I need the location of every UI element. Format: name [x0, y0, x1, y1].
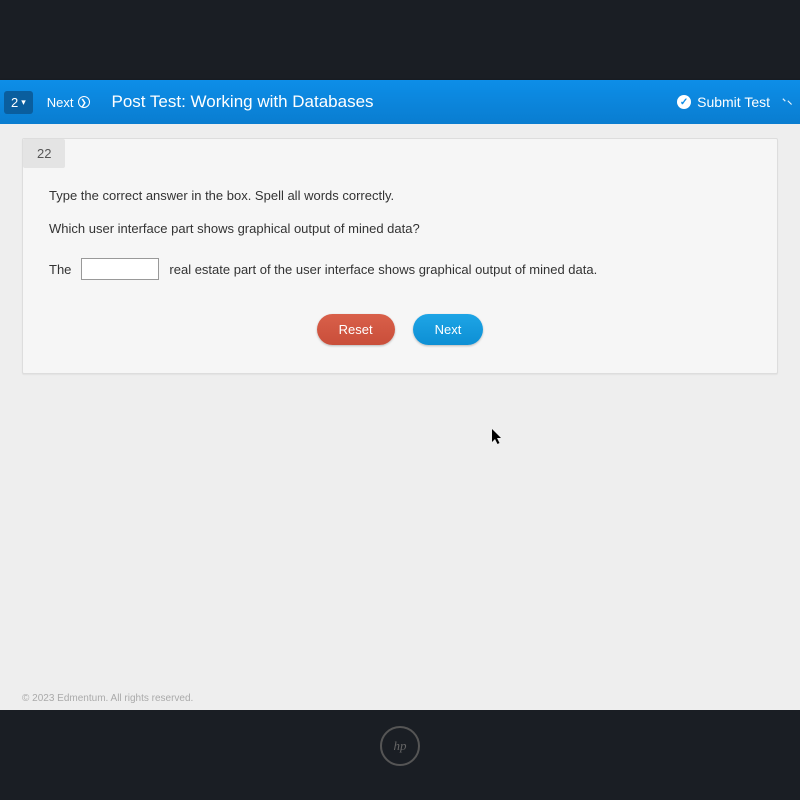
instruction-text: Type the correct answer in the box. Spel… — [49, 188, 751, 203]
button-row: Reset Next — [49, 314, 751, 345]
page-title: Post Test: Working with Databases — [112, 92, 374, 112]
top-bar-left: 2 ▾ Next ❯ Post Test: Working with Datab… — [4, 91, 374, 114]
next-button[interactable]: Next — [413, 314, 484, 345]
cursor-icon — [492, 429, 504, 445]
chevron-down-icon: ▾ — [21, 97, 26, 108]
content-area: 22 Type the correct answer in the box. S… — [0, 124, 800, 710]
card-body: Type the correct answer in the box. Spel… — [23, 168, 777, 373]
screen-area: 2 ▾ Next ❯ Post Test: Working with Datab… — [0, 80, 800, 710]
submit-label: Submit Test — [697, 94, 770, 110]
page-number: 2 — [11, 95, 18, 110]
answer-input[interactable] — [81, 258, 159, 280]
sentence-end: real estate part of the user interface s… — [169, 262, 597, 277]
check-icon: ✓ — [677, 95, 691, 109]
reset-button[interactable]: Reset — [317, 314, 395, 345]
arrow-right-icon: ❯ — [78, 96, 90, 108]
laptop-brand-text: hp — [394, 738, 407, 754]
question-number: 22 — [23, 139, 65, 168]
question-card: 22 Type the correct answer in the box. S… — [22, 138, 778, 374]
footer-copyright: © 2023 Edmentum. All rights reserved. — [22, 693, 193, 704]
page-selector[interactable]: 2 ▾ — [4, 91, 33, 114]
laptop-brand-logo: hp — [380, 726, 420, 766]
submit-test-button[interactable]: ✓ Submit Test — [677, 94, 792, 110]
tools-icon — [782, 97, 792, 107]
next-link-label: Next — [47, 95, 74, 110]
next-link[interactable]: Next ❯ — [47, 95, 90, 110]
question-prompt: Which user interface part shows graphica… — [49, 221, 751, 236]
sentence-start: The — [49, 262, 71, 277]
answer-line: The real estate part of the user interfa… — [49, 258, 751, 280]
top-bar: 2 ▾ Next ❯ Post Test: Working with Datab… — [0, 80, 800, 124]
